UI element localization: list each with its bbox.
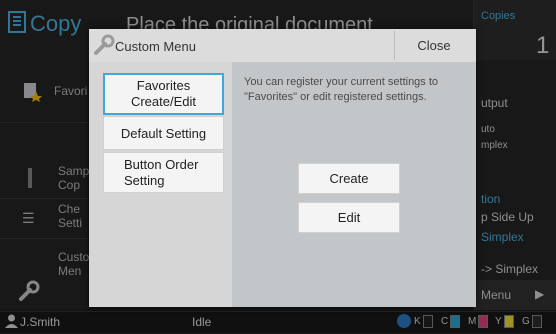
dialog-title: Custom Menu (115, 39, 196, 54)
menu-default-setting[interactable]: Default Setting (103, 116, 224, 150)
wrench-icon (93, 34, 115, 61)
close-button[interactable]: Close (394, 31, 473, 60)
menu-favorites-create-edit[interactable]: Favorites Create/Edit (103, 73, 224, 115)
menu-button-order-setting[interactable]: Button Order Setting (103, 152, 224, 193)
create-button[interactable]: Create (298, 163, 400, 194)
edit-button[interactable]: Edit (298, 202, 400, 233)
dialog-description: You can register your current settings t… (244, 76, 439, 103)
